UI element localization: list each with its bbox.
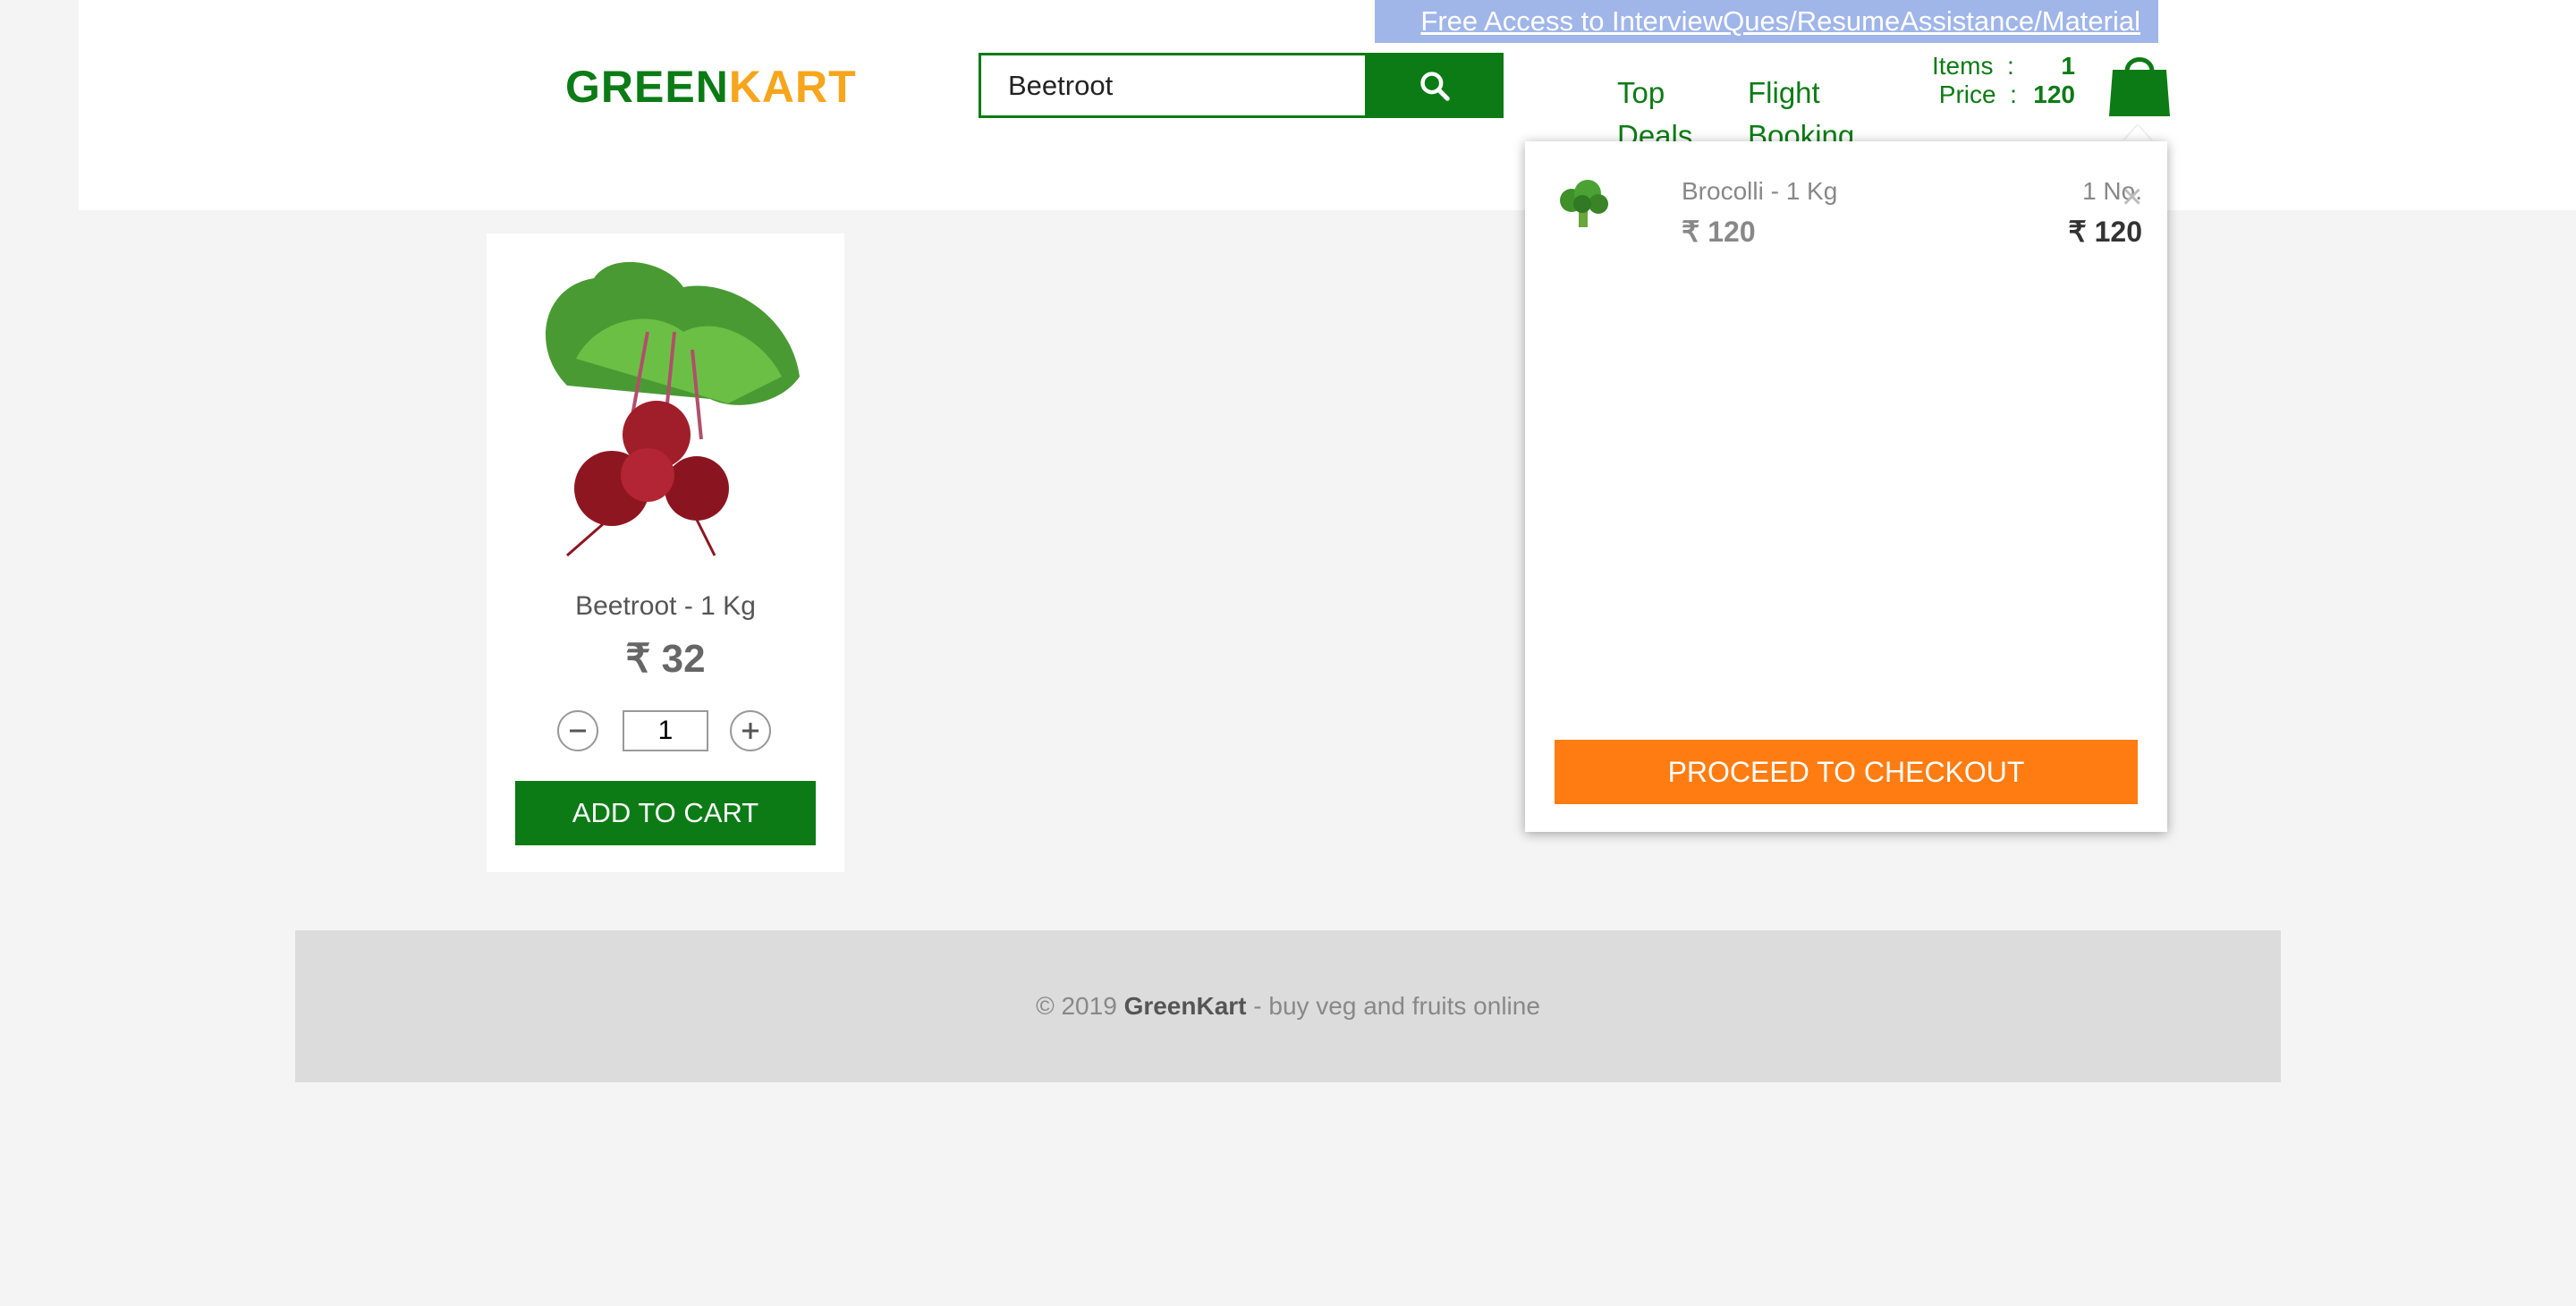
product-name: Beetroot - 1 Kg	[575, 591, 756, 621]
cart-preview-caret	[2123, 125, 2152, 141]
site-footer: © 2019 GreenKart - buy veg and fruits on…	[295, 930, 2281, 1082]
add-to-cart-button[interactable]: ADD TO CART	[515, 781, 816, 845]
shopping-bag-icon	[2109, 57, 2170, 116]
price-label: Price :	[1938, 81, 2017, 108]
cart-item-name: Brocolli - 1 Kg	[1682, 177, 1838, 205]
cart-item-amount: ₹ 120	[2068, 216, 2142, 248]
cart-preview: Brocolli - 1 Kg ₹ 120 1 No. ₹ 120 PROCEE…	[1525, 141, 2167, 832]
quantity-input[interactable]	[623, 710, 708, 751]
search-input[interactable]	[979, 53, 1365, 118]
cart-button[interactable]	[2107, 50, 2172, 118]
cart-item-price: ₹ 120	[1682, 216, 1756, 248]
proceed-to-checkout-button[interactable]: PROCEED TO CHECKOUT	[1555, 740, 2138, 804]
plus-icon	[742, 723, 758, 739]
search-button[interactable]	[1365, 53, 1504, 118]
price-total: 120	[2033, 81, 2075, 108]
items-label: Items :	[1932, 52, 2014, 80]
items-count: 1	[2061, 52, 2075, 80]
footer-brand: GreenKart	[1123, 992, 1247, 1020]
product-card: Beetroot - 1 Kg ₹ 32 ADD TO CART	[487, 233, 844, 872]
broccoli-image	[1560, 180, 1608, 227]
brand-logo-green: GREEN	[565, 62, 729, 112]
beetroot-image	[546, 261, 800, 557]
search-icon	[1419, 71, 1450, 101]
footer-copyright: © 2019	[1036, 992, 1117, 1020]
brand-logo: GREENKART	[565, 61, 857, 113]
promo-link[interactable]: Free Access to InterviewQues/ResumeAssis…	[1375, 0, 2158, 43]
remove-item-button[interactable]: ×	[2122, 179, 2142, 215]
minus-icon	[570, 729, 586, 733]
brand-logo-kart: KART	[728, 62, 857, 112]
cart-summary: Items : 1 Price : 120	[1932, 52, 2075, 109]
decrement-button[interactable]	[557, 710, 598, 751]
increment-button[interactable]	[730, 710, 771, 751]
product-price: ₹ 32	[625, 637, 706, 681]
cart-item: Brocolli - 1 Kg ₹ 120 1 No. ₹ 120	[1552, 159, 2142, 248]
footer-tagline: - buy veg and fruits online	[1253, 992, 1540, 1020]
